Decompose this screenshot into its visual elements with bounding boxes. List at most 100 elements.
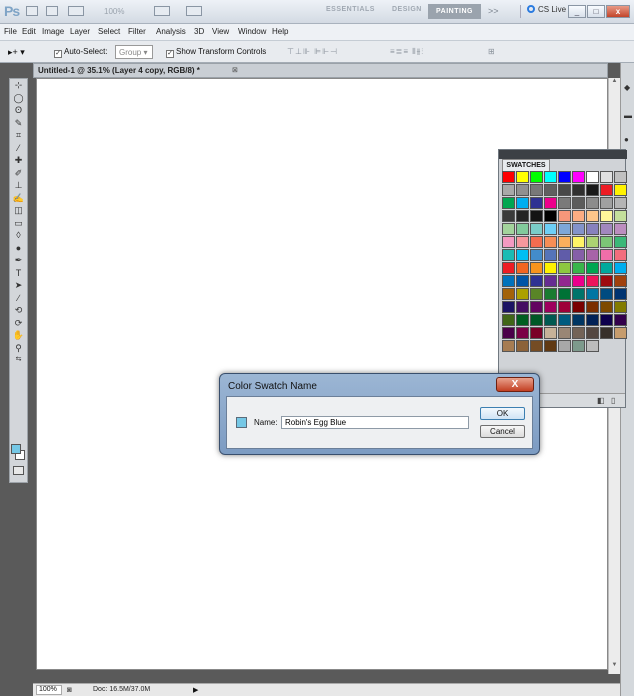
color-swatch[interactable] — [572, 327, 585, 339]
color-swatch[interactable] — [600, 236, 613, 248]
color-swatch[interactable] — [530, 262, 543, 274]
dodge-tool-icon[interactable]: ● — [10, 242, 27, 255]
color-swatch[interactable] — [572, 210, 585, 222]
color-swatch[interactable] — [530, 197, 543, 209]
color-swatch[interactable] — [614, 301, 627, 313]
quick-mask-icon[interactable] — [13, 466, 24, 475]
color-swatch[interactable] — [530, 327, 543, 339]
gradient-tool-icon[interactable]: ▭ — [10, 217, 27, 230]
ok-button[interactable]: OK — [480, 407, 525, 420]
clone-stamp-tool-icon[interactable]: ⊥ — [10, 179, 27, 192]
color-swatch[interactable] — [572, 340, 585, 352]
align-icons[interactable]: ⊤⊥⊪ ⊫⊩⊣ — [287, 47, 338, 56]
3d-rotate-tool-icon[interactable]: ⟲ — [10, 304, 27, 317]
color-swatch[interactable] — [586, 210, 599, 222]
move-tool-preset-icon[interactable]: ▸+ ▾ — [8, 47, 25, 58]
color-swatch[interactable] — [572, 236, 585, 248]
color-swatch[interactable] — [502, 340, 515, 352]
color-swatch[interactable] — [558, 262, 571, 274]
color-swatch[interactable] — [572, 301, 585, 313]
color-swatch[interactable] — [516, 223, 529, 235]
swap-colors-icon[interactable]: ⇆ — [10, 354, 27, 367]
color-swatch[interactable] — [516, 184, 529, 196]
panel-header[interactable] — [499, 150, 627, 159]
menu-edit[interactable]: Edit — [22, 27, 36, 36]
color-swatch[interactable] — [516, 210, 529, 222]
color-swatch[interactable] — [586, 236, 599, 248]
color-swatch[interactable] — [586, 327, 599, 339]
color-swatch[interactable] — [516, 236, 529, 248]
color-swatch[interactable] — [572, 223, 585, 235]
status-menu-icon[interactable]: ▶ — [193, 686, 198, 694]
color-swatch[interactable] — [530, 210, 543, 222]
color-swatch[interactable] — [516, 340, 529, 352]
color-swatch[interactable] — [502, 171, 515, 183]
menu-help[interactable]: Help — [272, 27, 288, 36]
new-swatch-icon[interactable]: ◧ — [597, 396, 605, 405]
auto-select-dropdown[interactable]: Group ▾ — [115, 45, 153, 59]
color-swatch[interactable] — [530, 223, 543, 235]
color-swatch[interactable] — [600, 184, 613, 196]
color-swatch[interactable] — [516, 262, 529, 274]
adjustments-panel-icon[interactable]: ▬ — [624, 111, 633, 120]
path-selection-tool-icon[interactable]: ➤ — [10, 279, 27, 292]
foreground-color-swatch[interactable] — [11, 444, 21, 454]
lasso-tool-icon[interactable]: ʘ — [10, 104, 27, 117]
color-swatch[interactable] — [544, 275, 557, 287]
color-swatch[interactable] — [544, 340, 557, 352]
color-swatch[interactable] — [544, 197, 557, 209]
workspace-painting[interactable]: PAINTING — [428, 4, 481, 19]
marquee-tool-icon[interactable]: ◯ — [10, 92, 27, 105]
color-swatch[interactable] — [600, 301, 613, 313]
color-swatch[interactable] — [558, 327, 571, 339]
document-tab[interactable]: Untitled-1 @ 35.1% (Layer 4 copy, RGB/8)… — [33, 63, 608, 78]
color-swatch[interactable] — [614, 223, 627, 235]
menu-filter[interactable]: Filter — [128, 27, 146, 36]
workspace-design[interactable]: DESIGN — [392, 6, 422, 13]
color-swatch[interactable] — [614, 210, 627, 222]
color-swatch[interactable] — [558, 223, 571, 235]
zoom-tool-icon[interactable]: ⚲ — [10, 342, 27, 355]
color-swatch[interactable] — [516, 197, 529, 209]
color-swatch[interactable] — [502, 314, 515, 326]
color-swatch[interactable] — [516, 275, 529, 287]
cs-live-button[interactable]: CS Live — [520, 5, 566, 18]
close-tab-icon[interactable]: ⊠ — [232, 66, 238, 74]
color-swatch[interactable] — [544, 236, 557, 248]
color-swatch[interactable] — [586, 340, 599, 352]
swatches-tab[interactable]: SWATCHES — [502, 159, 550, 171]
scroll-up-icon[interactable]: ▲ — [609, 78, 620, 88]
color-swatch[interactable] — [614, 288, 627, 300]
color-swatch[interactable] — [614, 275, 627, 287]
shape-tool-icon[interactable]: ∕ — [10, 292, 27, 305]
color-swatch[interactable] — [600, 197, 613, 209]
info-panel-icon[interactable]: ● — [624, 135, 633, 144]
color-swatch[interactable] — [572, 262, 585, 274]
color-swatch[interactable] — [614, 327, 627, 339]
color-swatch[interactable] — [516, 249, 529, 261]
crop-tool-icon[interactable]: ⌗ — [10, 129, 27, 142]
color-swatch[interactable] — [558, 171, 571, 183]
color-swatch[interactable] — [530, 288, 543, 300]
color-swatch[interactable] — [544, 288, 557, 300]
color-swatch[interactable] — [558, 275, 571, 287]
color-swatch[interactable] — [600, 210, 613, 222]
color-swatch[interactable] — [586, 288, 599, 300]
color-swatch[interactable] — [502, 223, 515, 235]
distribute-icons[interactable]: ≡≣≡ ⫴⫵⫶ — [390, 47, 424, 57]
color-swatch[interactable] — [614, 171, 627, 183]
color-swatch[interactable] — [544, 184, 557, 196]
color-swatch[interactable] — [600, 171, 613, 183]
color-swatch[interactable] — [530, 340, 543, 352]
color-swatch[interactable] — [586, 197, 599, 209]
type-tool-icon[interactable]: T — [10, 267, 27, 280]
color-swatch[interactable] — [516, 301, 529, 313]
color-swatch[interactable] — [558, 249, 571, 261]
color-swatch[interactable] — [572, 314, 585, 326]
color-swatch[interactable] — [572, 197, 585, 209]
scroll-down-icon[interactable]: ▼ — [609, 662, 620, 672]
color-swatch[interactable] — [502, 236, 515, 248]
menu-analysis[interactable]: Analysis — [156, 27, 186, 36]
eyedropper-tool-icon[interactable]: ⁄ — [10, 142, 27, 155]
spot-healing-tool-icon[interactable]: ✚ — [10, 154, 27, 167]
